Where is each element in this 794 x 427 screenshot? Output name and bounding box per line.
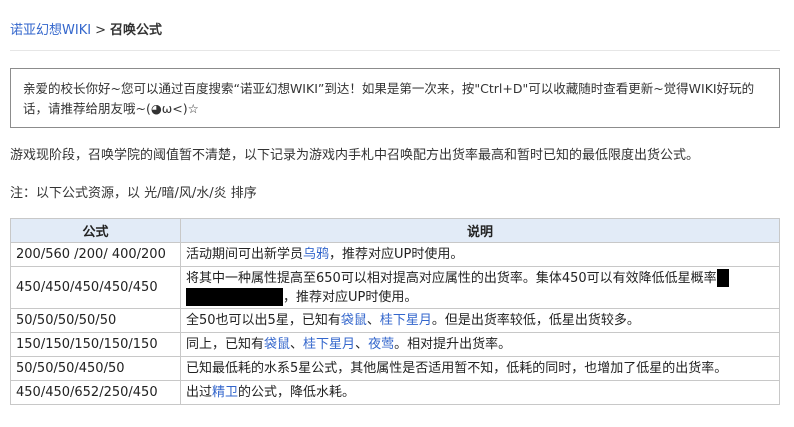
character-link-guixia-xingyue[interactable]: 桂下星月 [380,313,432,328]
description-text: 将其中一种属性提高至650可以相对提高对应属性的出货率。集体450可以有效降低低… [186,270,717,286]
table-row: 150/150/150/150/150 同上，已知有袋鼠、桂下星月、夜莺。相对提… [10,332,780,357]
description-text: ，推荐对应UP时使用。 [283,289,418,305]
formula-cell: 150/150/150/150/150 [10,332,181,357]
formula-cell: 450/450/652/250/450 [10,380,181,405]
description-text: 。但是出货率较低，低星出货较多。 [431,313,640,328]
description-text: 已知最低耗的水系5星公式，其他属性是否适用暂不知，低耗的同时，也增加了低星的出货… [186,361,728,376]
description-text: ，推荐对应UP时使用。 [329,247,464,262]
breadcrumb-separator: > [95,23,106,38]
notice-box: 亲爱的校长你好~您可以通过百度搜索“诺亚幻想WIKI”到达！如果是第一次来，按"… [10,68,780,128]
description-text: 出过 [186,385,213,400]
link-separator: 、 [355,337,369,352]
character-link-crow[interactable]: 乌鸦 [303,247,329,262]
formula-cell: 450/450/450/450/450 [10,266,181,309]
description-text: 的公式，降低水耗。 [238,385,356,400]
formula-cell: 50/50/50/450/50 [10,356,181,381]
table-header-row: 公式 说明 [10,218,780,243]
page-title: 召唤公式 [109,23,162,38]
description-cell: 活动期间可出新学员乌鸦，推荐对应UP时使用。 [180,242,780,267]
character-link-nightingale[interactable]: 夜莺 [368,337,394,352]
description-text: 活动期间可出新学员 [186,247,304,262]
redaction-block [716,269,729,287]
formula-cell: 200/560 /200/ 400/200 [10,242,181,267]
description-cell: 已知最低耗的水系5星公式，其他属性是否适用暂不知，低耗的同时，也增加了低星的出货… [180,356,780,381]
formula-column-header: 公式 [10,218,181,243]
description-text: 同上，已知有 [186,337,265,352]
formula-table: 公式 说明 200/560 /200/ 400/200 活动期间可出新学员乌鸦，… [10,218,780,405]
breadcrumb: 诺亚幻想WIKI > 召唤公式 [10,22,162,40]
description-cell: 将其中一种属性提高至650可以相对提高对应属性的出货率。集体450可以有效降低低… [180,266,780,309]
description-text: 。相对提升出货率。 [394,337,512,352]
table-row: 450/450/450/450/450 将其中一种属性提高至650可以相对提高对… [10,266,780,309]
intro-paragraph: 游戏现阶段，召唤学院的阈值暂不清楚，以下记录为游戏内手札中召唤配方出货率最高和暂… [10,148,700,163]
link-separator: 、 [290,337,304,352]
header-divider [10,50,780,51]
description-text: 全50也可以出5星，已知有 [186,313,341,328]
character-link-guixia-xingyue[interactable]: 桂下星月 [303,337,355,352]
redaction-block [186,288,283,306]
description-cell: 同上，已知有袋鼠、桂下星月、夜莺。相对提升出货率。 [180,332,780,357]
link-separator: 、 [366,313,380,328]
description-column-header: 说明 [180,218,780,243]
description-cell: 出过精卫的公式，降低水耗。 [180,380,780,405]
breadcrumb-home-link[interactable]: 诺亚幻想WIKI [10,23,91,38]
table-row: 50/50/50/450/50 已知最低耗的水系5星公式，其他属性是否适用暂不知… [10,356,780,381]
description-cell: 全50也可以出5星，已知有袋鼠、桂下星月。但是出货率较低，低星出货较多。 [180,308,780,333]
table-row: 200/560 /200/ 400/200 活动期间可出新学员乌鸦，推荐对应UP… [10,242,780,267]
character-link-jingwei[interactable]: 精卫 [212,385,238,400]
table-row: 450/450/652/250/450 出过精卫的公式，降低水耗。 [10,380,780,405]
character-link-kangaroo[interactable]: 袋鼠 [264,337,290,352]
character-link-kangaroo[interactable]: 袋鼠 [341,313,367,328]
table-row: 50/50/50/50/50 全50也可以出5星，已知有袋鼠、桂下星月。但是出货… [10,308,780,333]
formula-cell: 50/50/50/50/50 [10,308,181,333]
notice-text: 亲爱的校长你好~您可以通过百度搜索“诺亚幻想WIKI”到达！如果是第一次来，按"… [23,81,755,116]
note-paragraph: 注：以下公式资源，以 光/暗/风/水/炎 排序 [10,186,257,201]
